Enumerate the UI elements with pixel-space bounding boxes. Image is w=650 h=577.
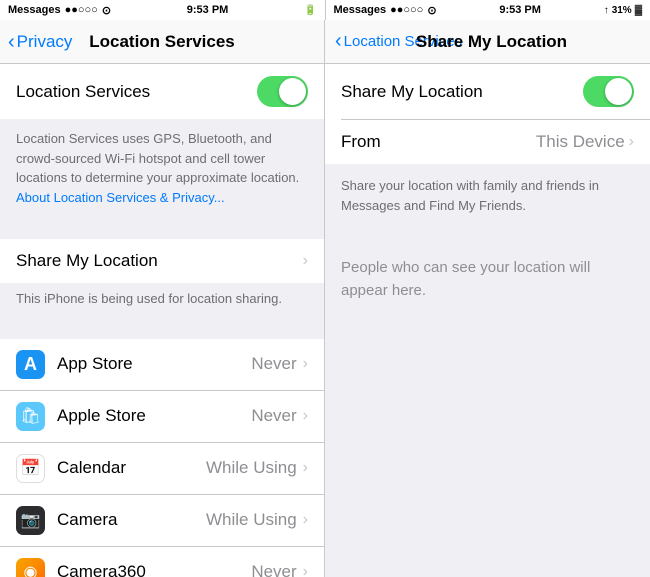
right-status-left: Messages ●●○○○ ⊙ — [334, 4, 437, 17]
calendar-label: Calendar — [57, 458, 206, 478]
people-section: People who can see your location will ap… — [325, 245, 650, 322]
right-back-chevron-icon: ‹ — [335, 30, 342, 53]
camera-label: Camera — [57, 510, 206, 530]
people-placeholder-text: People who can see your location will ap… — [325, 245, 650, 322]
app-store-label: App Store — [57, 354, 251, 374]
location-services-toggle-row: Location Services — [0, 64, 324, 119]
apps-section: A App Store Never › 🛍 Apple Store Never … — [0, 339, 324, 577]
left-time: 9:53 PM — [187, 4, 229, 16]
share-location-chevron-icon: › — [303, 252, 308, 270]
apple-store-label: Apple Store — [57, 406, 251, 426]
list-item[interactable]: ◉ Camera360 Never › — [0, 547, 324, 577]
left-scroll-content[interactable]: Location Services Location Services uses… — [0, 64, 324, 577]
from-label: From — [341, 132, 381, 152]
share-location-footer: This iPhone is being used for location s… — [0, 283, 324, 321]
right-status-right: ↑ 31% ▓ — [604, 5, 642, 16]
left-nav-title: Location Services — [89, 32, 235, 52]
share-my-location-toggle[interactable] — [583, 76, 634, 107]
location-services-toggle[interactable] — [257, 76, 308, 107]
list-item[interactable]: 🛍 Apple Store Never › — [0, 391, 324, 443]
location-services-section: Location Services — [0, 64, 324, 119]
share-toggle-knob — [605, 78, 632, 105]
right-nav-bar: ‹ Location Services Share My Location — [325, 20, 650, 64]
left-wifi-icon: ⊙ — [102, 4, 111, 17]
calendar-chevron-icon: › — [303, 459, 308, 477]
left-panel: ‹ Privacy Location Services Location Ser… — [0, 20, 325, 577]
left-back-button[interactable]: ‹ Privacy — [8, 32, 72, 52]
from-row[interactable]: From This Device › — [325, 120, 650, 164]
calendar-value: While Using — [206, 458, 297, 478]
app-store-chevron-icon: › — [303, 355, 308, 373]
right-status-bar: Messages ●●○○○ ⊙ 9:53 PM ↑ 31% ▓ — [325, 0, 650, 20]
app-store-value: Never — [251, 354, 296, 374]
share-location-label: Share My Location — [16, 251, 303, 271]
location-description: Location Services uses GPS, Bluetooth, a… — [0, 119, 324, 221]
right-signal: ●●○○○ — [390, 4, 423, 16]
main-panels: ‹ Privacy Location Services Location Ser… — [0, 20, 650, 577]
share-location-section: Share My Location › — [0, 239, 324, 283]
from-value-group: This Device › — [536, 132, 634, 152]
right-wifi-icon: ⊙ — [427, 4, 436, 17]
left-back-label: Privacy — [17, 32, 73, 52]
list-item[interactable]: 📅 Calendar While Using › — [0, 443, 324, 495]
left-status-left: Messages ●●○○○ ⊙ — [8, 4, 111, 17]
app-store-icon: A — [16, 350, 45, 379]
right-app-name: Messages — [334, 4, 387, 16]
right-time: 9:53 PM — [499, 4, 541, 16]
share-my-location-toggle-row: Share My Location — [325, 64, 650, 119]
apple-store-chevron-icon: › — [303, 407, 308, 425]
camera360-label: Camera360 — [57, 562, 251, 577]
right-panel: ‹ Location Services Share My Location Sh… — [325, 20, 650, 577]
location-description-text: Location Services uses GPS, Bluetooth, a… — [16, 131, 299, 185]
about-link[interactable]: About Location Services & Privacy... — [16, 190, 225, 205]
share-my-location-label: Share My Location — [341, 82, 483, 102]
apple-store-value: Never — [251, 406, 296, 426]
share-my-location-toggle-section: Share My Location From This Device › — [325, 64, 650, 164]
right-arrow-icon: ↑ — [604, 5, 609, 16]
share-description: Share your location with family and frie… — [325, 164, 650, 227]
left-status-right: 🔋 — [304, 5, 316, 16]
location-services-label: Location Services — [16, 82, 150, 102]
calendar-icon: 📅 — [16, 454, 45, 483]
left-nav-bar: ‹ Privacy Location Services — [0, 20, 324, 64]
status-bars: Messages ●●○○○ ⊙ 9:53 PM 🔋 Messages ●●○○… — [0, 0, 650, 20]
toggle-knob — [279, 78, 306, 105]
right-nav-title: Share My Location — [416, 32, 567, 52]
camera-icon: 📷 — [16, 506, 45, 535]
camera360-icon: ◉ — [16, 558, 45, 577]
list-item[interactable]: 📷 Camera While Using › — [0, 495, 324, 547]
apple-store-icon: 🛍 — [16, 402, 45, 431]
right-battery-icon: ▓ — [635, 5, 642, 16]
camera360-chevron-icon: › — [303, 563, 308, 577]
share-location-sub-text: This iPhone is being used for location s… — [16, 291, 282, 306]
list-item[interactable]: A App Store Never › — [0, 339, 324, 391]
share-description-text: Share your location with family and frie… — [341, 178, 599, 213]
left-battery-icon: 🔋 — [304, 5, 316, 16]
left-status-bar: Messages ●●○○○ ⊙ 9:53 PM 🔋 — [0, 0, 325, 20]
camera-value: While Using — [206, 510, 297, 530]
left-app-name: Messages — [8, 4, 61, 16]
camera360-value: Never — [251, 562, 296, 577]
from-value: This Device — [536, 132, 625, 152]
left-back-chevron-icon: ‹ — [8, 32, 15, 52]
share-location-row[interactable]: Share My Location › — [0, 239, 324, 283]
left-signal: ●●○○○ — [65, 4, 98, 16]
right-scroll-content[interactable]: Share My Location From This Device › — [325, 64, 650, 577]
right-battery-percent: 31% — [612, 5, 632, 16]
camera-chevron-icon: › — [303, 511, 308, 529]
from-chevron-icon: › — [629, 133, 634, 151]
